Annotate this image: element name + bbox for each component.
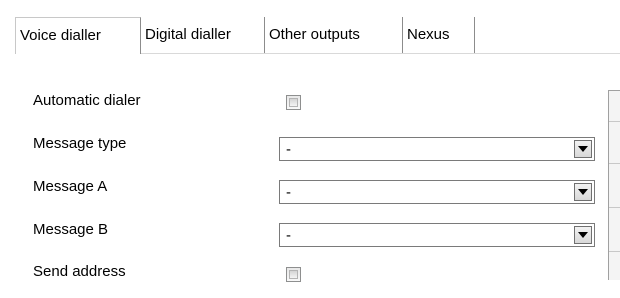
message-type-value: - (286, 141, 291, 158)
tab-other-outputs[interactable]: Other outputs (265, 17, 403, 53)
automatic-dialer-label: Automatic dialer (33, 92, 141, 109)
send-address-label: Send address (33, 263, 126, 280)
automatic-dialer-checkbox[interactable] (286, 95, 301, 110)
tab-digital-dialler[interactable]: Digital dialler (141, 17, 265, 53)
chevron-down-icon (578, 146, 588, 152)
chevron-down-icon (578, 232, 588, 238)
side-panel (608, 90, 620, 280)
voice-dialler-window: Voice dialler Digital dialler Other outp… (0, 0, 620, 298)
send-address-checkbox[interactable] (286, 267, 301, 282)
message-a-select[interactable]: - (279, 180, 595, 204)
message-b-label: Message B (33, 221, 109, 238)
side-panel-divider (609, 207, 620, 208)
message-a-dropdown-button[interactable] (574, 183, 592, 201)
message-a-label: Message A (33, 178, 108, 195)
side-panel-divider (609, 163, 620, 164)
message-type-select[interactable]: - (279, 137, 595, 161)
tab-voice-dialler[interactable]: Voice dialler (15, 17, 141, 54)
message-b-value: - (286, 227, 291, 244)
message-a-value: - (286, 184, 291, 201)
side-panel-divider (609, 121, 620, 122)
message-type-label: Message type (33, 135, 127, 152)
chevron-down-icon (578, 189, 588, 195)
message-type-dropdown-button[interactable] (574, 140, 592, 158)
message-b-select[interactable]: - (279, 223, 595, 247)
message-b-dropdown-button[interactable] (574, 226, 592, 244)
tab-nexus[interactable]: Nexus (403, 17, 475, 53)
side-panel-divider (609, 251, 620, 252)
tab-strip: Voice dialler Digital dialler Other outp… (15, 17, 620, 54)
